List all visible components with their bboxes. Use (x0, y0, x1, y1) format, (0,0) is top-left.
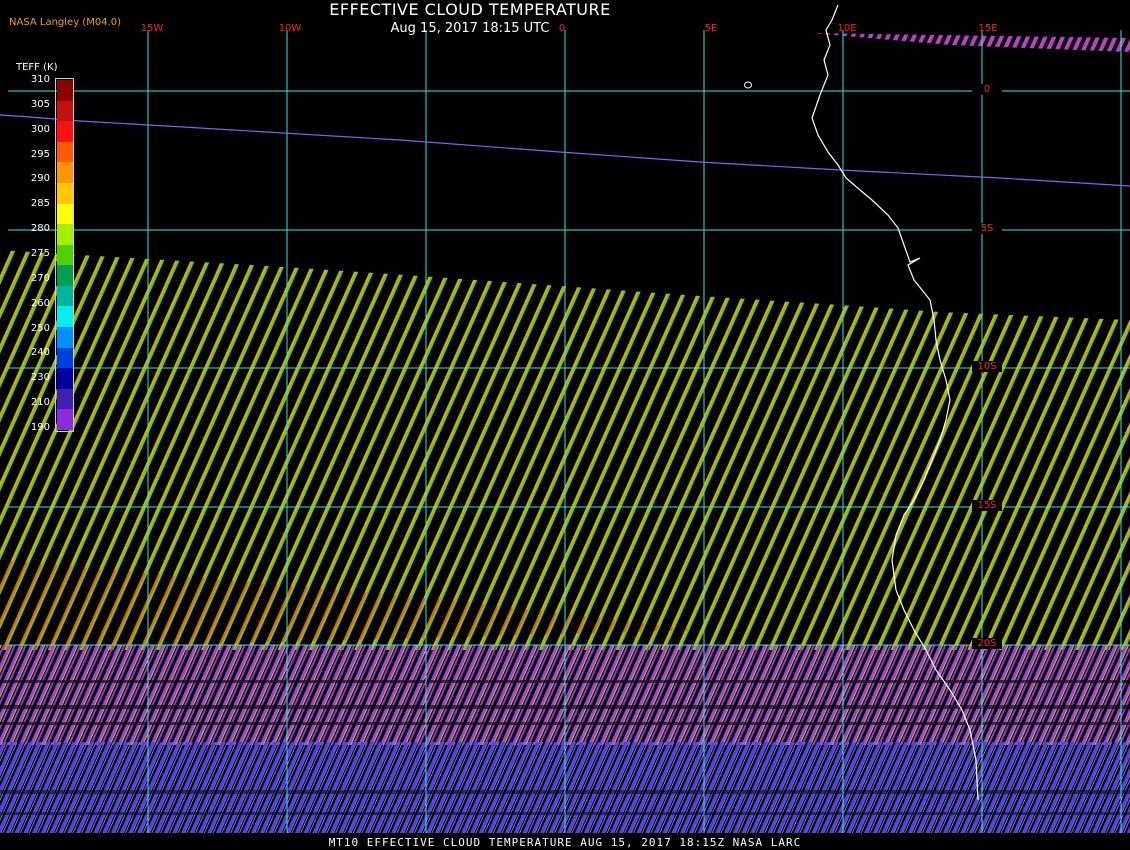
legend-tick-label: 285 (30, 198, 50, 210)
longitude-label: 10E (837, 23, 857, 34)
legend-swatch (57, 162, 73, 184)
latitude-label: 20S (972, 638, 1002, 649)
legend-swatch (57, 388, 73, 410)
legend-title: TEFF (K) (16, 62, 58, 73)
legend-tick-label: 280 (30, 223, 50, 235)
map-title: EFFECTIVE CLOUD TEMPERATURE (329, 0, 611, 19)
legend-swatch (57, 244, 73, 266)
legend-swatch (57, 80, 73, 101)
longitude-label: 15E (978, 23, 998, 34)
legend-tick-label: 240 (30, 347, 50, 359)
satellite-image-viewer: EFFECTIVE CLOUD TEMPERATURE Aug 15, 2017… (0, 0, 1130, 850)
legend-tick-label: 295 (30, 148, 50, 160)
legend-swatch (57, 141, 73, 163)
legend-tick-label: 210 (30, 397, 50, 409)
longitude-label: 15W (140, 23, 164, 34)
legend-swatch (57, 203, 73, 225)
legend-swatch (57, 306, 73, 328)
longitude-label: 5E (704, 23, 718, 34)
legend-swatch (57, 347, 73, 369)
legend-tick-label: 260 (30, 297, 50, 309)
latitude-label: 0 (972, 84, 1002, 95)
legend-tick-label: 230 (30, 372, 50, 384)
legend-swatch (57, 285, 73, 307)
legend-tick-label: 310 (30, 74, 50, 85)
longitude-label: 0 (558, 23, 566, 34)
legend-tick-label: 305 (30, 98, 50, 110)
map-canvas (0, 4, 1130, 833)
legend-tick-label: 275 (30, 248, 50, 259)
legend-swatch (57, 100, 73, 122)
source-label: NASA Langley (M04.0) (9, 17, 121, 28)
latitude-label: 15S (972, 500, 1002, 511)
legend-tick-label: 290 (30, 173, 50, 185)
legend-swatch (57, 121, 73, 143)
legend-swatch (57, 368, 73, 390)
legend-tick-label: 300 (30, 123, 50, 135)
footer-caption: MT10 EFFECTIVE CLOUD TEMPERATURE AUG 15,… (328, 836, 802, 849)
legend-swatch (57, 224, 73, 246)
legend-swatch (57, 182, 73, 204)
legend-swatch (57, 327, 73, 349)
legend-tick-label: 250 (30, 322, 50, 334)
longitude-label: 10W (278, 23, 302, 34)
legend-swatch (57, 409, 73, 431)
legend-swatch (57, 265, 73, 287)
island-outline (744, 81, 752, 89)
legend-tick-label: 190 (30, 422, 50, 433)
latitude-label: 10S (972, 361, 1002, 372)
legend-tick-label: 270 (30, 272, 50, 284)
latitude-label: 5S (972, 223, 1002, 234)
